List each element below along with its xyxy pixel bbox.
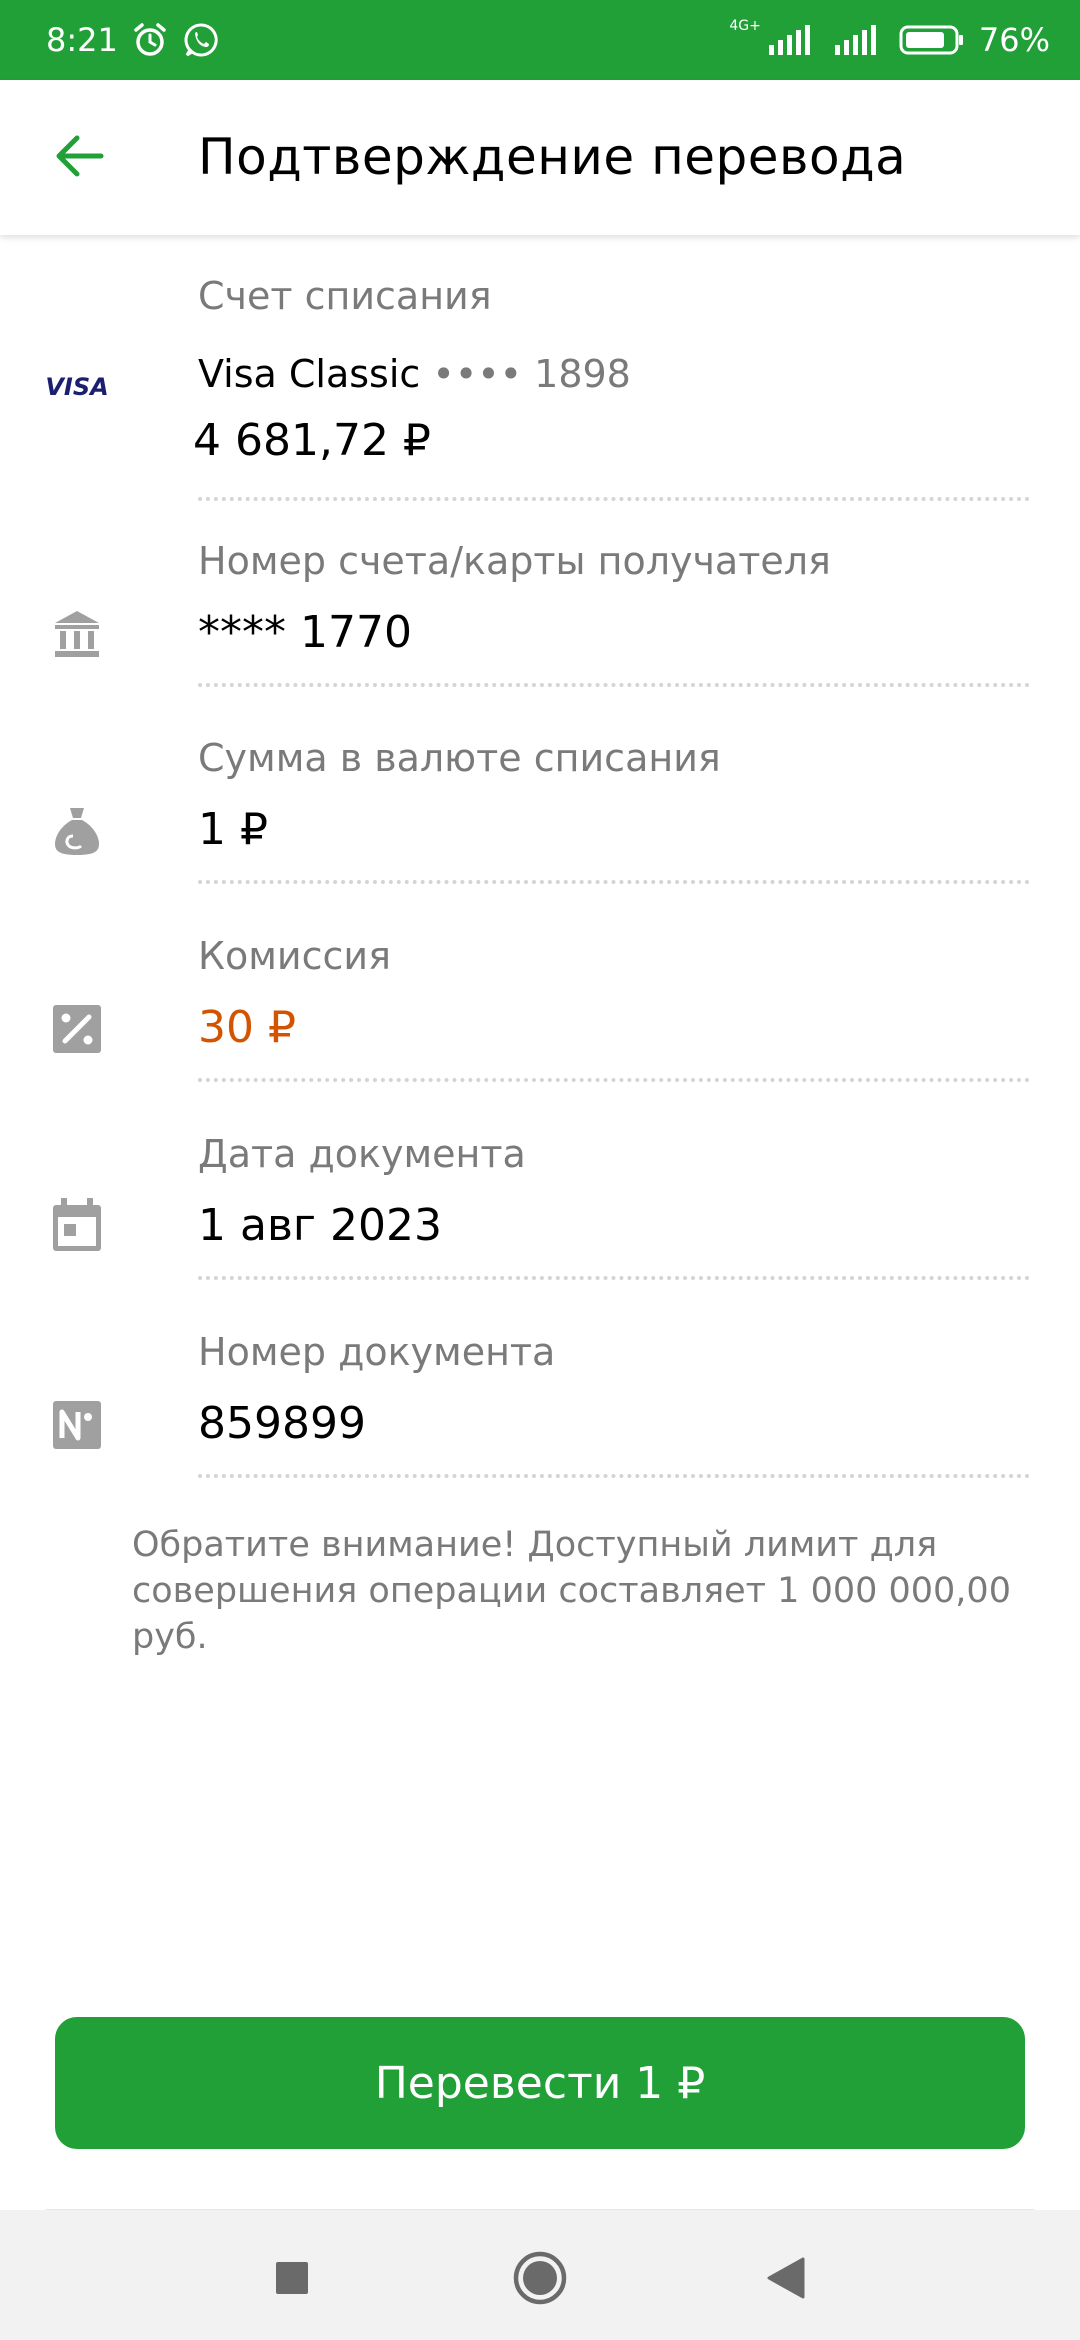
recents-button[interactable] bbox=[262, 2250, 322, 2310]
signal-icon-2 bbox=[833, 23, 885, 57]
card-mask: •••• 1898 bbox=[432, 352, 631, 396]
battery-icon bbox=[899, 23, 965, 57]
doc-date-label: Дата документа bbox=[198, 1132, 526, 1176]
card-name-text: Visa Classic bbox=[198, 352, 421, 396]
money-bag-icon bbox=[48, 802, 106, 860]
source-account-label: Счет списания bbox=[198, 274, 492, 318]
visa-logo-icon: VISA bbox=[45, 373, 109, 401]
network-type: 4G+ bbox=[729, 18, 761, 34]
battery-percent: 76% bbox=[978, 21, 1050, 59]
card-balance: 4 681,72 ₽ bbox=[193, 415, 431, 466]
system-nav-bar bbox=[0, 2210, 1080, 2340]
status-time: 8:21 bbox=[46, 21, 118, 59]
home-button[interactable] bbox=[510, 2250, 570, 2310]
transfer-button[interactable]: Перевести 1 ₽ bbox=[55, 2017, 1025, 2149]
circle-icon bbox=[512, 2250, 568, 2310]
divider bbox=[198, 1474, 1030, 1478]
divider bbox=[198, 497, 1030, 501]
amount-value: 1 ₽ bbox=[198, 804, 268, 855]
alarm-icon bbox=[132, 22, 168, 58]
amount-label: Сумма в валюте списания bbox=[198, 736, 721, 780]
arrow-left-icon bbox=[55, 134, 105, 182]
divider bbox=[198, 880, 1030, 884]
calendar-icon bbox=[48, 1196, 106, 1254]
bank-icon bbox=[48, 605, 106, 663]
app-bar: Подтверждение перевода bbox=[0, 80, 1080, 235]
doc-number-label: Номер документа bbox=[198, 1330, 556, 1374]
back-button[interactable] bbox=[48, 126, 112, 190]
square-icon bbox=[274, 2260, 310, 2300]
limit-notice: Обратите внимание! Доступный лимит для с… bbox=[132, 1525, 1011, 1657]
divider bbox=[198, 1276, 1030, 1280]
recipient-label: Номер счета/карты получателя bbox=[198, 539, 831, 583]
triangle-back-icon bbox=[766, 2257, 806, 2303]
commission-value: 30 ₽ bbox=[198, 1002, 296, 1053]
page-title: Подтверждение перевода bbox=[198, 128, 907, 186]
card-name: Visa Classic •••• 1898 bbox=[198, 352, 631, 396]
doc-date-value: 1 авг 2023 bbox=[198, 1200, 442, 1251]
divider bbox=[198, 683, 1030, 687]
doc-number-value: 859899 bbox=[198, 1398, 366, 1449]
whatsapp-icon bbox=[182, 21, 220, 59]
recipient-value: **** 1770 bbox=[198, 607, 412, 658]
number-sign-icon bbox=[48, 1396, 106, 1454]
commission-label: Комиссия bbox=[198, 934, 391, 978]
status-bar: 8:21 4G+ 76% bbox=[0, 0, 1080, 80]
percent-icon bbox=[48, 1000, 106, 1058]
back-nav-button[interactable] bbox=[756, 2250, 816, 2310]
divider bbox=[198, 1078, 1030, 1082]
signal-icon bbox=[767, 23, 819, 57]
